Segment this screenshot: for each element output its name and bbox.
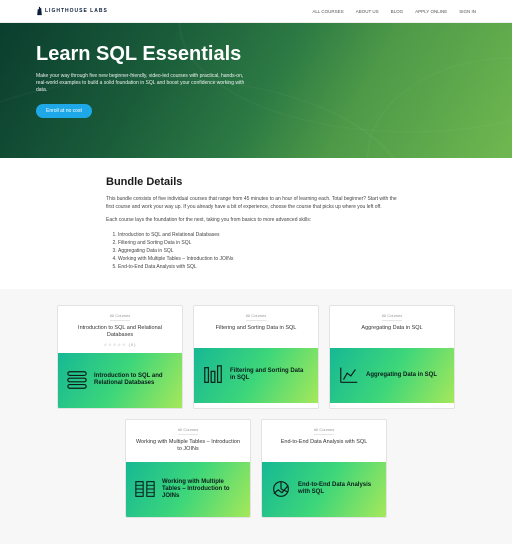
thumb-title: End-to-End Data Analysis with SQL bbox=[298, 482, 378, 496]
tables-icon bbox=[134, 478, 156, 500]
hero: Learn SQL Essentials Make your way throu… bbox=[0, 23, 512, 158]
nav-links: ALL COURSES ABOUT US BLOG APPLY ONLINE S… bbox=[312, 9, 476, 14]
card-title: Working with Multiple Tables – Introduct… bbox=[134, 439, 242, 453]
card-thumbnail: End-to-End Data Analysis with SQL bbox=[262, 462, 386, 517]
thumb-title: Working with Multiple Tables – Introduct… bbox=[162, 479, 242, 500]
details-heading: Bundle Details bbox=[106, 176, 406, 188]
filter-icon bbox=[202, 364, 224, 386]
navbar: LIGHTHOUSE LABS ALL COURSES ABOUT US BLO… bbox=[0, 0, 512, 23]
thumb-title: Introduction to SQL and Relational Datab… bbox=[94, 373, 174, 387]
hero-subtitle: Make your way through five new beginner-… bbox=[36, 73, 246, 94]
enroll-button[interactable]: Enroll at no cost bbox=[36, 104, 92, 118]
lighthouse-icon bbox=[36, 6, 43, 16]
db-icon bbox=[66, 369, 88, 391]
pie-icon bbox=[270, 478, 292, 500]
card-title: Introduction to SQL and Relational Datab… bbox=[66, 325, 174, 339]
card-category: All Courses bbox=[178, 427, 198, 435]
course-list: Introduction to SQL and Relational Datab… bbox=[106, 231, 406, 271]
details-paragraph-2: Each course lays the foundation for the … bbox=[106, 217, 406, 225]
course-card[interactable]: All Courses Aggregating Data in SQL Aggr… bbox=[329, 305, 455, 409]
courses-section: All Courses Introduction to SQL and Rela… bbox=[0, 289, 512, 544]
brand-logo[interactable]: LIGHTHOUSE LABS bbox=[36, 6, 108, 16]
card-header: All Courses End-to-End Data Analysis wit… bbox=[262, 420, 386, 462]
course-card[interactable]: All Courses Filtering and Sorting Data i… bbox=[193, 305, 319, 409]
nav-about[interactable]: ABOUT US bbox=[356, 9, 379, 14]
nav-blog[interactable]: BLOG bbox=[391, 9, 404, 14]
card-title: End-to-End Data Analysis with SQL bbox=[281, 439, 368, 446]
card-thumbnail: Aggregating Data in SQL bbox=[330, 348, 454, 403]
list-item: Filtering and Sorting Data in SQL bbox=[118, 239, 406, 247]
card-title: Aggregating Data in SQL bbox=[361, 325, 422, 332]
thumb-title: Aggregating Data in SQL bbox=[366, 372, 437, 379]
list-item: Working with Multiple Tables – Introduct… bbox=[118, 255, 406, 263]
course-grid: All Courses Introduction to SQL and Rela… bbox=[36, 305, 476, 518]
hero-title: Learn SQL Essentials bbox=[36, 43, 256, 65]
nav-signin[interactable]: SIGN IN bbox=[459, 9, 476, 14]
card-category: All Courses bbox=[382, 313, 402, 321]
bundle-details: Bundle Details This bundle consists of f… bbox=[0, 158, 512, 289]
nav-all-courses[interactable]: ALL COURSES bbox=[312, 9, 343, 14]
card-header: All Courses Introduction to SQL and Rela… bbox=[58, 306, 182, 353]
list-item: End-to-End Data Analysis with SQL bbox=[118, 263, 406, 271]
card-title: Filtering and Sorting Data in SQL bbox=[216, 325, 297, 332]
nav-apply[interactable]: APPLY ONLINE bbox=[415, 9, 447, 14]
details-paragraph-1: This bundle consists of five individual … bbox=[106, 196, 406, 211]
course-card[interactable]: All Courses End-to-End Data Analysis wit… bbox=[261, 419, 387, 518]
thumb-title: Filtering and Sorting Data in SQL bbox=[230, 368, 310, 382]
list-item: Introduction to SQL and Relational Datab… bbox=[118, 231, 406, 239]
card-header: All Courses Working with Multiple Tables… bbox=[126, 420, 250, 462]
card-thumbnail: Introduction to SQL and Relational Datab… bbox=[58, 353, 182, 408]
rating-stars: ☆☆☆☆☆ (0) bbox=[104, 342, 137, 347]
card-thumbnail: Filtering and Sorting Data in SQL bbox=[194, 348, 318, 403]
course-card[interactable]: All Courses Introduction to SQL and Rela… bbox=[57, 305, 183, 409]
chart-icon bbox=[338, 364, 360, 386]
card-header: All Courses Aggregating Data in SQL bbox=[330, 306, 454, 348]
list-item: Aggregating Data in SQL bbox=[118, 247, 406, 255]
course-card[interactable]: All Courses Working with Multiple Tables… bbox=[125, 419, 251, 518]
card-category: All Courses bbox=[246, 313, 266, 321]
brand-text: LIGHTHOUSE LABS bbox=[45, 8, 108, 14]
card-header: All Courses Filtering and Sorting Data i… bbox=[194, 306, 318, 348]
card-category: All Courses bbox=[314, 427, 334, 435]
card-category: All Courses bbox=[110, 313, 130, 321]
card-thumbnail: Working with Multiple Tables – Introduct… bbox=[126, 462, 250, 517]
